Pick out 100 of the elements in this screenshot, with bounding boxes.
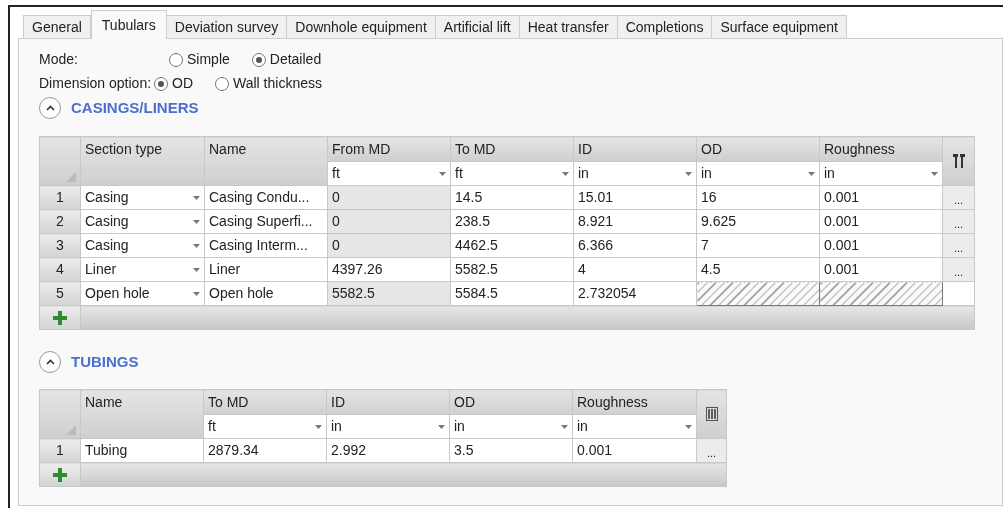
details-button[interactable]: ... (943, 210, 974, 233)
table-cell: 238.5 (450, 209, 574, 234)
tab[interactable]: General (23, 15, 91, 39)
tab[interactable]: Heat transfer (518, 15, 618, 39)
tab[interactable]: Deviation survey (165, 15, 288, 39)
caret-icon (193, 219, 200, 224)
column-header: Roughness (819, 136, 943, 162)
dropdown-cell[interactable]: Casing (80, 209, 205, 234)
table-cell: 0 (327, 209, 451, 234)
table-cell: 2879.34 (203, 438, 327, 463)
chevron-up-icon (45, 359, 55, 365)
columns-icon (952, 154, 965, 168)
table-cell: 16 (696, 185, 820, 210)
row-number: 3 (39, 233, 81, 258)
table-cell: 4397.26 (327, 257, 451, 282)
table-cell: 5582.5 (327, 281, 451, 306)
column-chooser[interactable] (942, 136, 975, 186)
tab[interactable]: Tubulars (90, 10, 167, 39)
caret-icon (439, 171, 446, 176)
section-title: TUBINGS (71, 351, 139, 372)
table-cell: Casing Interm... (204, 233, 328, 258)
unit-dropdown[interactable]: in (819, 161, 943, 186)
tab[interactable]: Surface equipment (711, 15, 847, 39)
plus-icon (53, 310, 67, 325)
table-cell: 2.732054 (573, 281, 697, 306)
details-button[interactable]: ... (697, 439, 726, 462)
collapse-toggle[interactable] (39, 97, 61, 119)
caret-icon (438, 424, 445, 429)
caret-icon (315, 424, 322, 429)
column-header: OD (696, 136, 820, 162)
dropdown-cell[interactable]: Casing (80, 185, 205, 210)
unit-dropdown[interactable]: in (449, 414, 573, 439)
unit-dropdown[interactable]: ft (327, 161, 451, 186)
radio-button[interactable]: Wall thickness (215, 73, 322, 94)
table-cell: 8.921 (573, 209, 697, 234)
caret-icon (193, 291, 200, 296)
unit-dropdown[interactable]: ft (203, 414, 327, 439)
table-cell: Casing Condu... (204, 185, 328, 210)
corner-triangle-icon (66, 172, 76, 182)
table-cell: 0.001 (819, 257, 943, 282)
unit-dropdown[interactable]: in (573, 161, 697, 186)
collapse-toggle[interactable] (39, 351, 61, 373)
dropdown-cell[interactable]: Casing (80, 233, 205, 258)
table-cell: Liner (204, 257, 328, 282)
table-cell: 3.5 (449, 438, 573, 463)
column-header: OD (449, 389, 573, 415)
radio-button[interactable]: Detailed (251, 49, 322, 70)
details-button[interactable]: ... (943, 258, 974, 281)
table-cell: 15.01 (573, 185, 697, 210)
row-number: 2 (39, 209, 81, 234)
column-header: ID (326, 389, 450, 415)
caret-icon (685, 424, 692, 429)
table-cell: 2.992 (326, 438, 450, 463)
details-button[interactable]: ... (943, 234, 974, 257)
add-row-button[interactable] (39, 462, 81, 487)
table-cell: 4 (573, 257, 697, 282)
unit-dropdown[interactable]: in (696, 161, 820, 186)
column-header: Name (80, 389, 204, 439)
details-button[interactable]: ... (943, 186, 974, 209)
radio-button[interactable]: Simple (169, 49, 230, 70)
table-cell: 5582.5 (450, 257, 574, 282)
column-header: To MD (203, 389, 327, 415)
table-cell: 0 (327, 233, 451, 258)
tab[interactable]: Artificial lift (434, 15, 520, 39)
column-chooser[interactable] (696, 389, 727, 439)
caret-icon (193, 243, 200, 248)
row-number: 1 (39, 438, 81, 463)
corner-triangle-icon (66, 425, 76, 435)
table-cell: 0.001 (819, 185, 943, 210)
dropdown-cell[interactable]: Liner (80, 257, 205, 282)
table-cell: 7 (696, 233, 820, 258)
caret-icon (685, 171, 692, 176)
tab[interactable]: Downhole equipment (286, 15, 436, 39)
unit-dropdown[interactable]: in (326, 414, 450, 439)
table-cell: 0.001 (819, 233, 943, 258)
tab[interactable]: Completions (616, 15, 713, 39)
table-cell: Casing Superfi... (204, 209, 328, 234)
chevron-up-icon (45, 105, 55, 111)
caret-icon (808, 171, 815, 176)
unit-dropdown[interactable]: ft (450, 161, 574, 186)
unit-dropdown[interactable]: in (572, 414, 697, 439)
plus-icon (53, 467, 67, 482)
dropdown-cell[interactable]: Open hole (80, 281, 205, 306)
columns-icon (705, 407, 718, 421)
caret-icon (561, 424, 568, 429)
radio-button[interactable]: OD (154, 73, 193, 94)
caret-icon (193, 195, 200, 200)
add-row-button[interactable] (39, 305, 81, 330)
column-header: Section type (80, 136, 205, 186)
section-title: CASINGS/LINERS (71, 97, 199, 118)
column-header: Name (204, 136, 328, 186)
caret-icon (562, 171, 569, 176)
table-cell: 0.001 (819, 209, 943, 234)
column-header: Roughness (572, 389, 697, 415)
option-label: Mode: (39, 50, 79, 69)
caret-icon (931, 171, 938, 176)
caret-icon (193, 267, 200, 272)
column-header: From MD (327, 136, 451, 162)
row-number: 5 (39, 281, 81, 306)
row-number: 4 (39, 257, 81, 282)
